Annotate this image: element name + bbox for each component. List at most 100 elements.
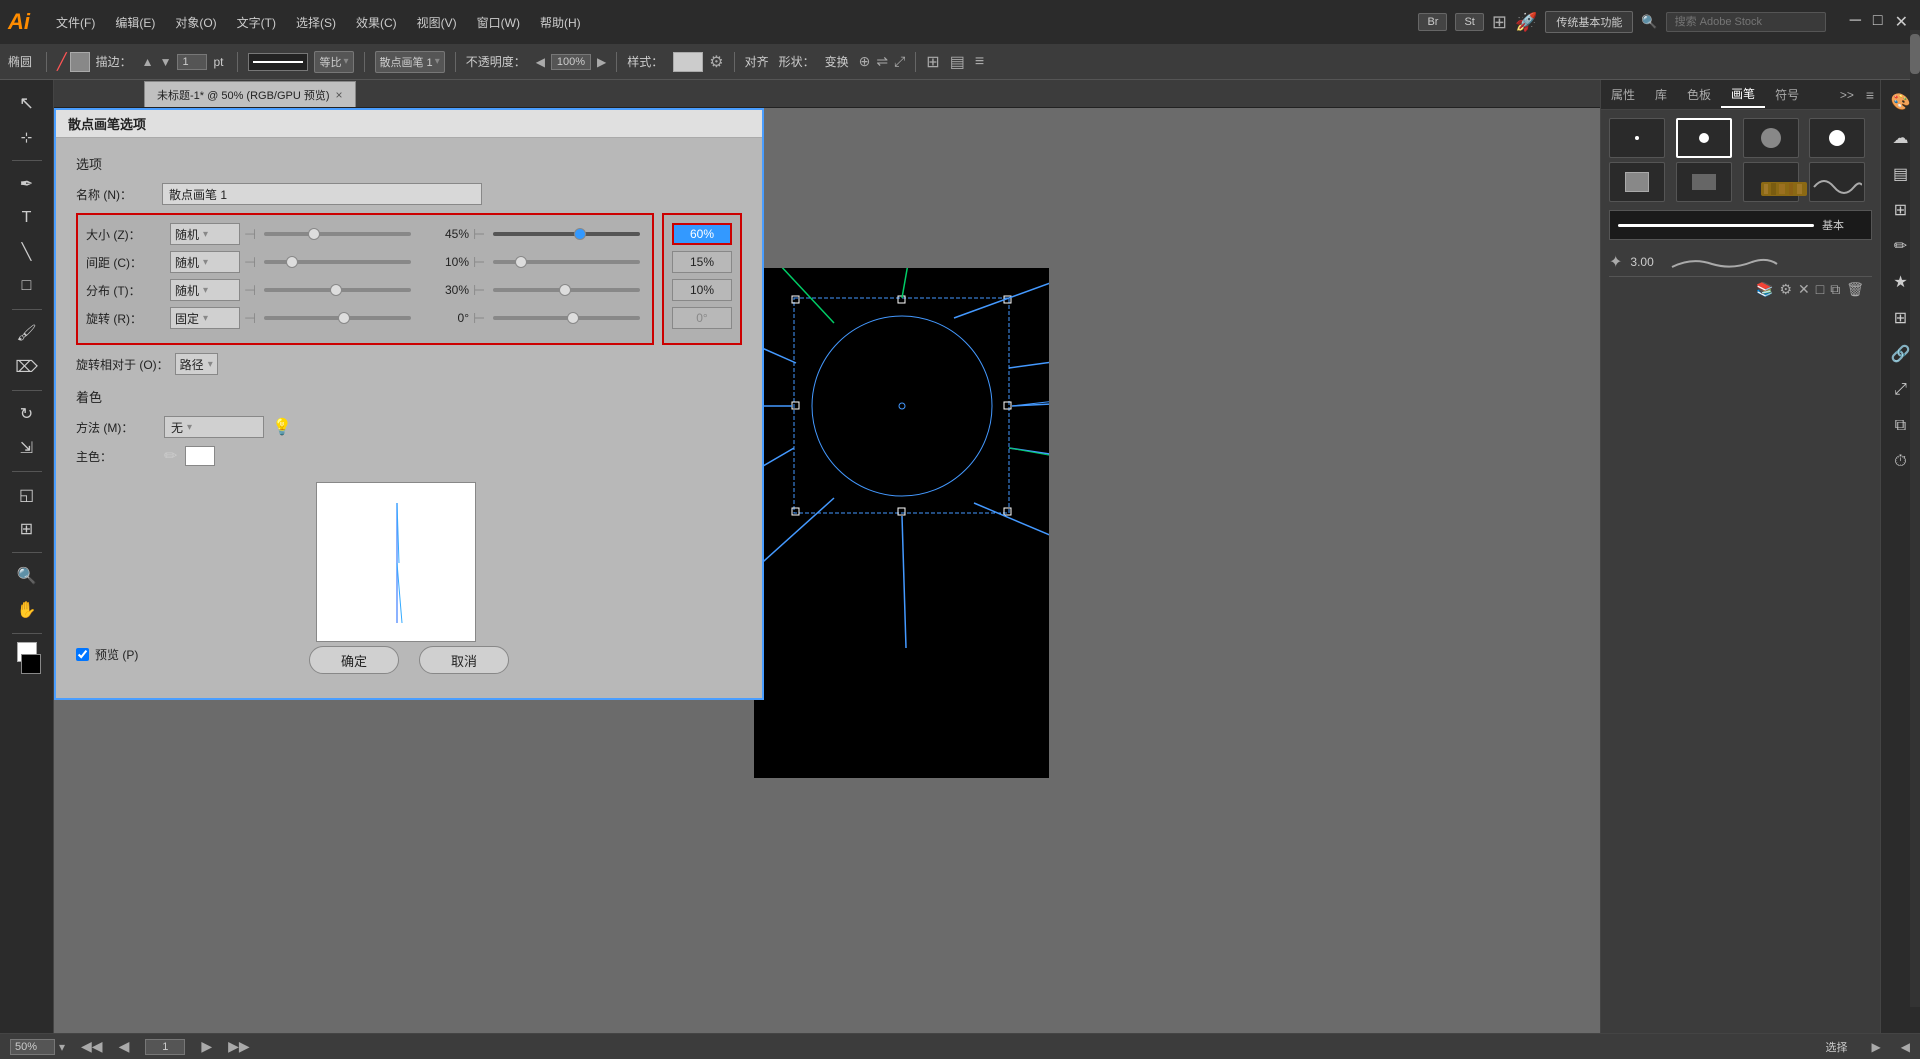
- brush-name-input[interactable]: [162, 183, 482, 205]
- mode-arrow[interactable]: ▶: [1872, 1040, 1881, 1054]
- stroke-align-dropdown[interactable]: 等比▾: [314, 51, 353, 73]
- brush-cell-5[interactable]: [1609, 162, 1665, 202]
- eraser-tool[interactable]: ⌦: [9, 352, 45, 382]
- rotation-type-dropdown[interactable]: 固定▾: [170, 307, 240, 329]
- size-slider-right-track[interactable]: [493, 232, 640, 236]
- lightbulb-icon[interactable]: 💡: [272, 417, 292, 437]
- grid2-icon[interactable]: ⊞: [926, 52, 939, 72]
- stroke-arrow-up[interactable]: ▲: [142, 55, 154, 69]
- minimize-button[interactable]: ─: [1846, 12, 1865, 32]
- opacity-arrow-less[interactable]: ◀: [536, 55, 545, 69]
- direct-select-tool[interactable]: ⊹: [9, 122, 45, 152]
- style-swatch[interactable]: [673, 52, 703, 72]
- brush-libraries-icon[interactable]: 📚: [1756, 281, 1773, 298]
- stroke-color-icon[interactable]: ╱: [57, 52, 67, 72]
- brush-cell-4[interactable]: [1809, 118, 1865, 158]
- more-options-icon[interactable]: ≡: [975, 53, 984, 71]
- reflect-icon[interactable]: ⇌: [876, 53, 888, 70]
- menu-edit[interactable]: 编辑(E): [105, 10, 165, 35]
- mesh-tool[interactable]: ⊞: [9, 514, 45, 544]
- zoom-tool[interactable]: 🔍: [9, 561, 45, 591]
- scatter-slider-right-track[interactable]: [493, 288, 640, 292]
- size-type-dropdown[interactable]: 随机▾: [170, 223, 240, 245]
- main-color-swatch[interactable]: [185, 446, 215, 466]
- menu-select[interactable]: 选择(S): [286, 10, 346, 35]
- close-button[interactable]: ✕: [1891, 12, 1912, 32]
- scale-tool[interactable]: ⇲: [9, 433, 45, 463]
- more-panels-icon[interactable]: >>: [1834, 84, 1860, 106]
- menu-help[interactable]: 帮助(H): [530, 10, 591, 35]
- eyedropper-icon[interactable]: ✏: [164, 446, 177, 466]
- rotation-slider-right-thumb[interactable]: [567, 312, 579, 324]
- tab-library[interactable]: 库: [1645, 82, 1677, 107]
- rotation-relative-dropdown[interactable]: 路径▾: [175, 353, 218, 375]
- panel-menu-icon[interactable]: ≡: [1860, 83, 1880, 107]
- right-panel-scrollbar-thumb[interactable]: [1910, 34, 1920, 74]
- select-tool[interactable]: ↖: [9, 88, 45, 118]
- opacity-arrow-more[interactable]: ▶: [597, 55, 606, 69]
- workspace-dropdown[interactable]: 传统基本功能: [1545, 11, 1633, 33]
- brush-cell-1[interactable]: [1609, 118, 1665, 158]
- restore-button[interactable]: □: [1869, 12, 1887, 32]
- method-dropdown[interactable]: 无▾: [164, 416, 264, 438]
- document-tab[interactable]: 未标题-1* @ 50% (RGB/GPU 预览) ×: [144, 81, 356, 107]
- stroke-color-box[interactable]: [21, 654, 41, 674]
- nav-next-button[interactable]: ▶: [201, 1038, 212, 1055]
- spacing-type-dropdown[interactable]: 随机▾: [170, 251, 240, 273]
- tab-close-button[interactable]: ×: [336, 88, 343, 102]
- brush-cell-7[interactable]: [1743, 162, 1799, 202]
- rotation-slider-right-track[interactable]: [493, 316, 640, 320]
- menu-object[interactable]: 对象(O): [165, 10, 226, 35]
- scatter-type-dropdown[interactable]: 随机▾: [170, 279, 240, 301]
- shape-tool[interactable]: □: [9, 271, 45, 301]
- brush-delete-icon[interactable]: ✕: [1798, 281, 1810, 298]
- rotate-tool[interactable]: ↻: [9, 399, 45, 429]
- menu-text[interactable]: 文字(T): [227, 10, 286, 35]
- zoom-input[interactable]: [10, 1039, 55, 1055]
- scatter-slider-right-thumb[interactable]: [559, 284, 571, 296]
- rocket-icon[interactable]: 🚀: [1515, 12, 1537, 33]
- size-slider-thumb[interactable]: [308, 228, 320, 240]
- rotation-slider-thumb[interactable]: [338, 312, 350, 324]
- tab-symbols[interactable]: 符号: [1765, 82, 1809, 107]
- size-max-input[interactable]: 60%: [672, 223, 732, 245]
- brush-cell-6[interactable]: [1676, 162, 1732, 202]
- nav-first-button[interactable]: ◀◀: [81, 1038, 103, 1055]
- style-settings-icon[interactable]: ⚙: [709, 52, 723, 72]
- rotation-slider-track[interactable]: [264, 316, 411, 320]
- expand-icon[interactable]: ⤢: [894, 53, 905, 70]
- menu-view[interactable]: 视图(V): [407, 10, 467, 35]
- bridge-button[interactable]: Br: [1418, 13, 1447, 31]
- stock-button[interactable]: St: [1455, 13, 1483, 31]
- stroke-style-preview[interactable]: [248, 53, 308, 71]
- nav-prev-button[interactable]: ◀: [119, 1038, 130, 1055]
- brush-duplicate-icon[interactable]: ⧉: [1830, 281, 1840, 298]
- artboard-number-input[interactable]: [145, 1039, 185, 1055]
- text-tool[interactable]: T: [9, 203, 45, 233]
- line-tool[interactable]: ╲: [9, 237, 45, 267]
- paint-tool[interactable]: 🖌: [9, 318, 45, 348]
- right-panel-scrollbar[interactable]: [1910, 30, 1920, 1007]
- brush-cell-8[interactable]: [1809, 162, 1865, 202]
- tab-properties[interactable]: 属性: [1601, 82, 1645, 107]
- confirm-button[interactable]: 确定: [309, 646, 399, 674]
- grid-icon[interactable]: ⊞: [1492, 12, 1507, 33]
- menu-file[interactable]: 文件(F): [46, 10, 105, 35]
- nav-last-button[interactable]: ▶▶: [228, 1038, 250, 1055]
- fill-color-swatch[interactable]: [70, 52, 90, 72]
- stock-search-input[interactable]: [1666, 12, 1826, 32]
- menu-effect[interactable]: 效果(C): [346, 10, 407, 35]
- brush-dropdown[interactable]: 散点画笔 1▾: [375, 51, 445, 73]
- stroke-value-input[interactable]: [177, 54, 207, 70]
- spacing-slider-thumb[interactable]: [286, 256, 298, 268]
- brush-trash-icon[interactable]: 🗑: [1846, 281, 1864, 298]
- tab-brushes[interactable]: 画笔: [1721, 81, 1765, 108]
- brush-options-icon[interactable]: ⚙: [1779, 281, 1792, 298]
- scatter-slider-track[interactable]: [264, 288, 411, 292]
- brush-cell-3[interactable]: [1743, 118, 1799, 158]
- spacing-slider-track[interactable]: [264, 260, 411, 264]
- panel-icon[interactable]: ▤: [950, 52, 965, 72]
- zoom-dropdown-arrow[interactable]: ▾: [59, 1040, 65, 1054]
- hand-tool[interactable]: ✋: [9, 595, 45, 625]
- gradient-tool[interactable]: ◱: [9, 480, 45, 510]
